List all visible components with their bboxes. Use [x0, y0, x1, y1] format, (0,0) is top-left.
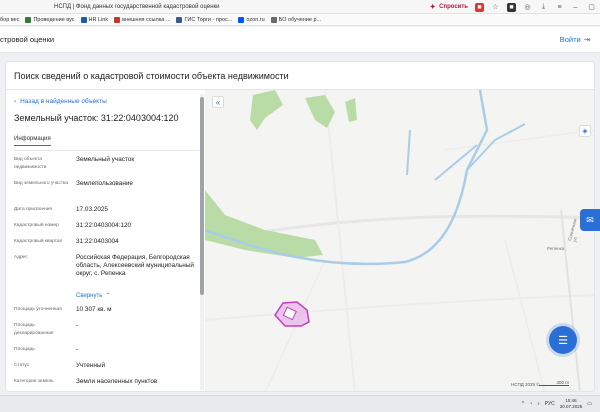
attribute-value: - — [76, 322, 79, 329]
bookmark-item[interactable]: ozon.ru — [238, 16, 265, 23]
search-card: Поиск сведений о кадастровой стоимости о… — [5, 61, 595, 392]
sparkle-icon: ✦ — [429, 4, 436, 11]
back-to-results-link[interactable]: ‹ Назад в найденные объекты — [14, 98, 107, 105]
language-indicator[interactable]: РУС — [545, 401, 555, 407]
map-canvas[interactable] — [205, 90, 595, 392]
bookmarks-bar: бор вес Проведение вус HR Link внешняя с… — [0, 14, 600, 26]
login-label: Войти — [559, 35, 581, 44]
attribute-value: Земли населенных пунктов — [76, 378, 158, 385]
bookmark-item[interactable]: HR Link — [80, 16, 109, 23]
attribute-label: Площадь уточненная — [14, 307, 62, 312]
attribute-value: 31:22:0403004:120 — [76, 222, 132, 229]
login-button[interactable]: Войти ⇥ — [560, 35, 590, 44]
system-tray: ^ ◔ ♪ РУС 15:46 30.07.2025 ▭ — [522, 398, 592, 410]
scrollbar-thumb[interactable] — [200, 97, 204, 295]
bookmark-item[interactable]: ГИС Торги - прос... — [176, 16, 233, 23]
attribute-label: Площадь — [14, 347, 35, 352]
bookmark-item[interactable]: бор вес — [0, 17, 19, 23]
attribute-value: Земельный участок — [76, 156, 135, 163]
bookmark-icon — [270, 16, 277, 23]
site-header: стровой оценки Войти ⇥ — [0, 27, 600, 53]
place-label: Репенка — [547, 246, 565, 251]
map-scale: 300 m — [539, 380, 569, 386]
bookmark-icon — [25, 16, 32, 23]
clock[interactable]: 15:46 30.07.2025 — [560, 398, 583, 410]
chat-icon: ☰ — [558, 334, 568, 347]
browser-toolbar-right: ✦ Спросить ■ ☆ ■ ◎ ⤓ ≡ – ▢ — [428, 0, 600, 14]
map-attribution: НСПД 2025 © — [511, 382, 540, 387]
profile-icon[interactable]: ◎ — [523, 3, 532, 12]
chevron-up-icon[interactable]: ^ — [522, 401, 524, 407]
double-chevron-left-icon: « — [215, 97, 221, 107]
object-title: Земельный участок: 31:22:0403004:120 — [14, 113, 179, 123]
chat-button[interactable]: ☰ — [549, 326, 577, 354]
attribute-label: Кадастровый номер — [14, 223, 59, 228]
attribute-label: Кадастровый квартал — [14, 239, 63, 244]
login-icon: ⇥ — [583, 35, 590, 44]
browser-titlebar: НСПД | Фонд данных государственной кадас… — [0, 0, 600, 14]
attribute-label: Статус — [14, 363, 30, 368]
browser-tab-title[interactable]: НСПД | Фонд данных государственной кадас… — [54, 4, 219, 10]
feedback-float-button[interactable]: ✉ — [580, 209, 600, 231]
attribute-value: Учтенный — [76, 362, 106, 369]
bookmark-item[interactable]: внешняя ссылка ... — [114, 16, 171, 23]
notifications-icon[interactable]: ▭ — [587, 401, 592, 407]
map-view[interactable]: « ◈ Репенка Солнечная ул. ☰ НСПД 2025 © … — [205, 90, 595, 392]
menu-icon[interactable]: ≡ — [555, 3, 564, 12]
attribute-label: Категория земель — [14, 379, 54, 384]
info-tabs: Информация — [14, 136, 51, 146]
wifi-icon[interactable]: ◔ — [529, 401, 532, 407]
divider — [14, 150, 199, 151]
extension-red-icon[interactable]: ■ — [475, 2, 484, 12]
panel-scrollbar[interactable] — [200, 94, 204, 390]
bookmark-icon — [238, 16, 245, 23]
bookmark-label: внешняя ссылка ... — [122, 16, 171, 23]
os-taskbar: ^ ◔ ♪ РУС 15:46 30.07.2025 ▭ — [0, 395, 600, 412]
attribute-value: 10 307 кв. м — [76, 306, 112, 313]
bookmark-label: Проведение вус — [33, 16, 75, 23]
attribute-value: 31:22:0403004 — [76, 238, 119, 245]
feedback-icon: ✉ — [586, 214, 594, 225]
attribute-value: - — [76, 346, 79, 353]
attribute-label: Дата присвоения — [14, 207, 53, 212]
layers-icon: ◈ — [582, 128, 588, 135]
bookmark-label: бор вес — [0, 16, 20, 23]
map-layers-button[interactable]: ◈ — [579, 125, 591, 137]
bookmark-item[interactable]: БО обучение р... — [270, 16, 322, 23]
attribute-value: Землепользование — [76, 180, 133, 187]
extension-dark-icon[interactable]: ■ — [507, 2, 516, 12]
clock-date: 30.07.2025 — [559, 404, 583, 409]
bookmark-icon — [80, 16, 87, 23]
bookmark-label: HR Link — [88, 16, 109, 23]
bookmark-label: ozon.ru — [246, 16, 265, 23]
page-title: Поиск сведений о кадастровой стоимости о… — [14, 71, 289, 81]
object-info-panel: ‹ Назад в найденные объекты Земельный уч… — [6, 90, 205, 391]
attribute-label: Площадь декларированная — [14, 323, 54, 336]
attribute-label: Вид земельного участка — [14, 181, 68, 186]
ask-button-label: Спросить — [439, 4, 468, 10]
attribute-value: Российская Федерация, Белгородская облас… — [76, 254, 194, 277]
chevron-up-icon: ⌃ — [105, 293, 111, 299]
bookmark-label: БО обучение р... — [278, 16, 322, 23]
collapse-panel-button[interactable]: « — [212, 96, 224, 108]
collapse-label: Свернуть — [76, 293, 103, 299]
bookmark-icon — [176, 16, 183, 23]
chevron-left-icon: ‹ — [14, 98, 17, 105]
attribute-value: 17.03.2025 — [76, 206, 108, 213]
back-link-label: Назад в найденные объекты — [20, 98, 107, 105]
site-brand[interactable]: стровой оценки — [0, 35, 54, 44]
volume-icon[interactable]: ♪ — [537, 401, 540, 407]
bookmark-item[interactable]: Проведение вус — [25, 16, 75, 23]
collapse-link[interactable]: Свернуть ⌃ — [76, 292, 198, 300]
maximize-icon[interactable]: ▢ — [587, 3, 596, 12]
ask-button[interactable]: ✦ Спросить — [428, 3, 468, 12]
attribute-label: Вид объекта недвижимости — [14, 157, 47, 170]
bookmark-icon — [114, 16, 121, 23]
attribute-label: Адрес — [14, 255, 28, 260]
download-icon[interactable]: ⤓ — [539, 3, 548, 12]
star-icon[interactable]: ☆ — [491, 3, 500, 12]
tab-information[interactable]: Информация — [14, 136, 51, 146]
minimize-icon[interactable]: – — [571, 3, 580, 12]
bookmark-label: ГИС Торги - прос... — [184, 16, 233, 23]
